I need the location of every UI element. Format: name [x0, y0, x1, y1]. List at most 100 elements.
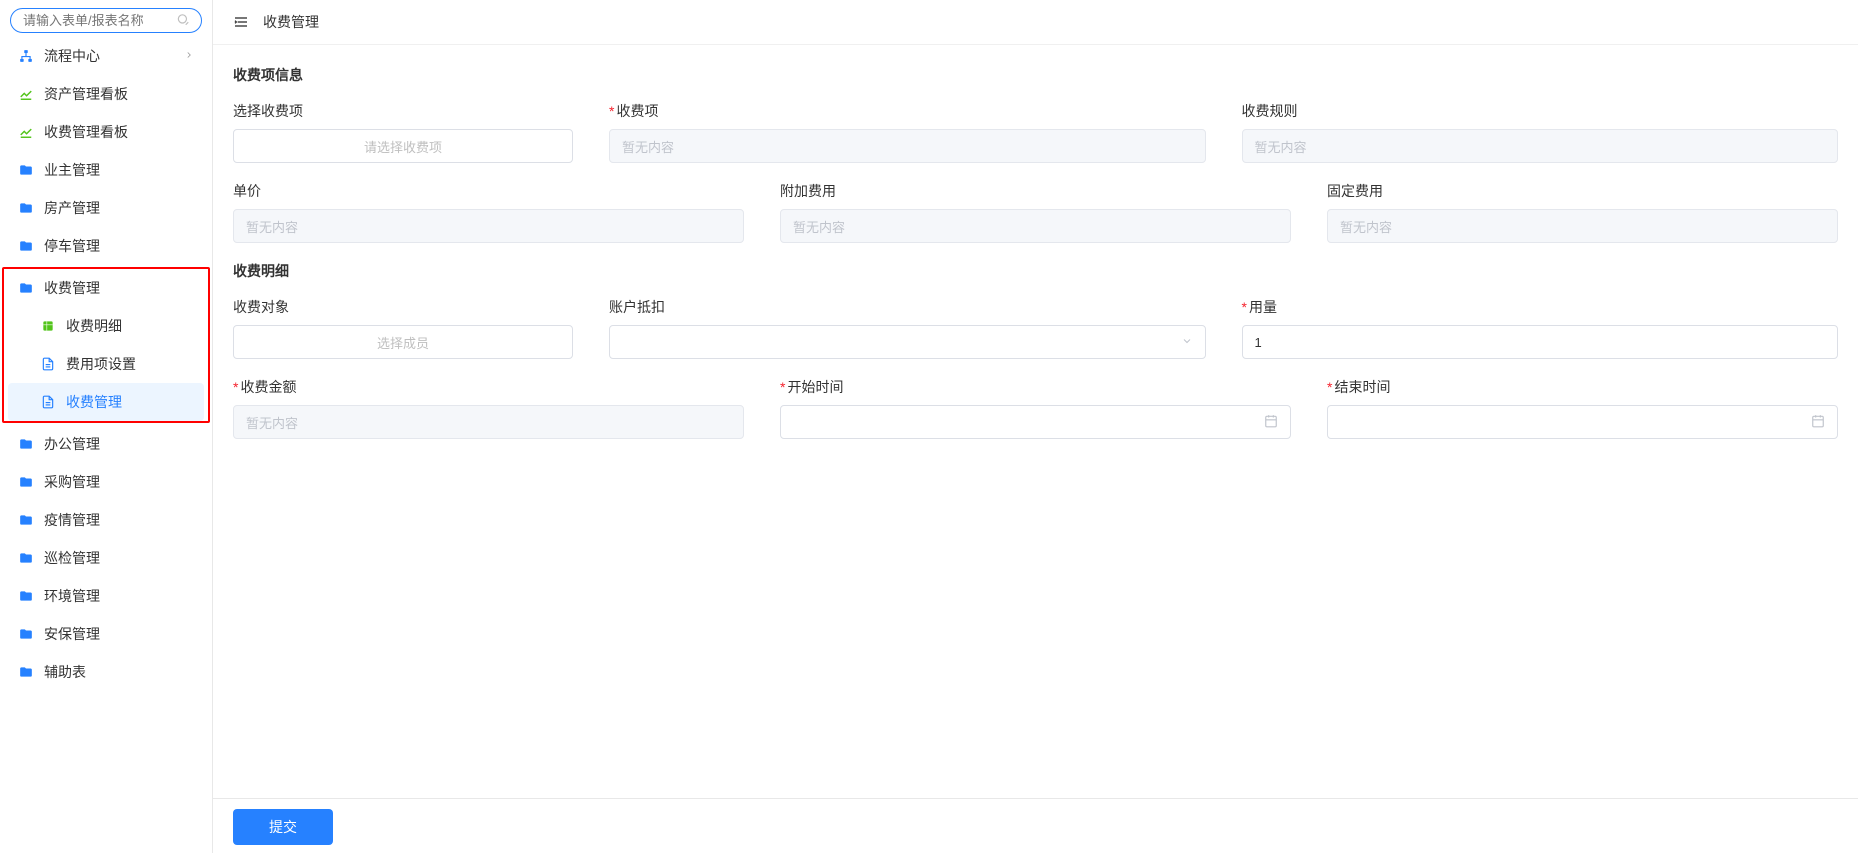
field-fee-amount: 暂无内容 — [233, 405, 744, 439]
sidebar-item-label: 房产管理 — [44, 198, 100, 218]
sidebar-item-aux-table[interactable]: 辅助表 — [8, 653, 204, 691]
sitemap-icon — [18, 48, 34, 64]
placeholder-text: 暂无内容 — [1340, 217, 1392, 236]
sidebar-item-security-mgmt[interactable]: 安保管理 — [8, 615, 204, 653]
folder-icon — [18, 626, 34, 642]
label-unit-price: 单价 — [233, 181, 744, 201]
placeholder-text: 暂无内容 — [246, 217, 298, 236]
folder-icon — [18, 238, 34, 254]
sidebar-item-label: 收费明细 — [66, 316, 122, 336]
field-extra-fee: 暂无内容 — [780, 209, 1291, 243]
sidebar-item-label: 安保管理 — [44, 624, 100, 644]
folder-icon — [18, 436, 34, 452]
collapse-icon[interactable] — [233, 14, 249, 30]
sidebar-item-label: 收费管理看板 — [44, 122, 128, 142]
label-usage: 用量 — [1242, 297, 1839, 317]
sidebar-item-fee-dashboard[interactable]: 收费管理看板 — [8, 113, 204, 151]
label-extra-fee: 附加费用 — [780, 181, 1291, 201]
sidebar-item-label: 办公管理 — [44, 434, 100, 454]
sheet-icon — [40, 318, 56, 334]
input-end-time[interactable] — [1327, 405, 1838, 439]
sidebar-item-inspection-mgmt[interactable]: 巡检管理 — [8, 539, 204, 577]
label-end-time: 结束时间 — [1327, 377, 1838, 397]
sidebar-item-label: 收费管理 — [66, 392, 122, 412]
select-account-deduct[interactable] — [609, 325, 1206, 359]
sidebar-subitem-fee-admin[interactable]: 收费管理 — [8, 383, 204, 421]
placeholder-text: 暂无内容 — [622, 137, 674, 156]
folder-icon — [18, 280, 34, 296]
sidebar-item-label: 收费管理 — [44, 278, 100, 298]
sidebar-item-label: 业主管理 — [44, 160, 100, 180]
sidebar: 流程中心资产管理看板收费管理看板业主管理房产管理停车管理 收费管理 收费明细 费… — [0, 0, 213, 853]
main-area: 收费管理 收费项信息 选择收费项 请选择收费项 收费项 暂无内容 收费规则 暂无… — [213, 0, 1858, 853]
sidebar-item-asset-dashboard[interactable]: 资产管理看板 — [8, 75, 204, 113]
sidebar-item-property-mgmt[interactable]: 房产管理 — [8, 189, 204, 227]
doc-icon — [40, 394, 56, 410]
label-start-time: 开始时间 — [780, 377, 1291, 397]
folder-icon — [18, 664, 34, 680]
sidebar-item-owner-mgmt[interactable]: 业主管理 — [8, 151, 204, 189]
label-select-fee-item: 选择收费项 — [233, 101, 573, 121]
sidebar-subitem-fee-detail[interactable]: 收费明细 — [8, 307, 204, 345]
folder-icon — [18, 162, 34, 178]
label-fee-rule: 收费规则 — [1242, 101, 1839, 121]
field-fee-item: 暂无内容 — [609, 129, 1206, 163]
form-content: 收费项信息 选择收费项 请选择收费项 收费项 暂无内容 收费规则 暂无内容 — [213, 45, 1858, 853]
folder-icon — [18, 588, 34, 604]
chevron-down-icon — [1181, 335, 1193, 350]
placeholder-text: 选择成员 — [377, 333, 429, 352]
sidebar-item-label: 停车管理 — [44, 236, 100, 256]
placeholder-text: 暂无内容 — [1255, 137, 1307, 156]
page-title: 收费管理 — [263, 12, 319, 32]
calendar-icon — [1264, 414, 1278, 431]
footer-bar: 提交 — [213, 798, 1858, 853]
field-fixed-fee: 暂无内容 — [1327, 209, 1838, 243]
calendar-icon — [1811, 414, 1825, 431]
folder-icon — [18, 550, 34, 566]
chart-icon — [18, 124, 34, 140]
label-fixed-fee: 固定费用 — [1327, 181, 1838, 201]
chevron-right-icon — [184, 49, 194, 63]
select-fee-target[interactable]: 选择成员 — [233, 325, 573, 359]
sidebar-item-label: 采购管理 — [44, 472, 100, 492]
sidebar-highlight-box: 收费管理 收费明细 费用项设置 收费管理 — [2, 267, 210, 423]
sidebar-item-label: 环境管理 — [44, 586, 100, 606]
search-icon — [176, 12, 190, 29]
field-fee-rule: 暂无内容 — [1242, 129, 1839, 163]
sidebar-item-env-mgmt[interactable]: 环境管理 — [8, 577, 204, 615]
sidebar-item-label: 巡检管理 — [44, 548, 100, 568]
sidebar-item-parking-mgmt[interactable]: 停车管理 — [8, 227, 204, 265]
field-unit-price: 暂无内容 — [233, 209, 744, 243]
folder-icon — [18, 474, 34, 490]
section-fee-detail-title: 收费明细 — [233, 261, 1838, 281]
folder-icon — [18, 200, 34, 216]
sidebar-item-purchase-mgmt[interactable]: 采购管理 — [8, 463, 204, 501]
search-input[interactable] — [10, 8, 202, 33]
label-fee-amount: 收费金额 — [233, 377, 744, 397]
input-start-time[interactable] — [780, 405, 1291, 439]
select-fee-item[interactable]: 请选择收费项 — [233, 129, 573, 163]
header-bar: 收费管理 — [213, 0, 1858, 45]
placeholder-text: 请选择收费项 — [364, 137, 442, 156]
sidebar-item-fee-mgmt[interactable]: 收费管理 — [8, 269, 204, 307]
sidebar-item-label: 流程中心 — [44, 46, 100, 66]
label-fee-target: 收费对象 — [233, 297, 573, 317]
sidebar-item-label: 辅助表 — [44, 662, 86, 682]
chart-icon — [18, 86, 34, 102]
sidebar-item-office-mgmt[interactable]: 办公管理 — [8, 425, 204, 463]
sidebar-subitem-fee-item-config[interactable]: 费用项设置 — [8, 345, 204, 383]
placeholder-text: 暂无内容 — [246, 413, 298, 432]
sidebar-item-label: 费用项设置 — [66, 354, 136, 374]
sidebar-item-label: 疫情管理 — [44, 510, 100, 530]
label-account-deduct: 账户抵扣 — [609, 297, 1206, 317]
folder-icon — [18, 512, 34, 528]
section-fee-info-title: 收费项信息 — [233, 65, 1838, 85]
label-fee-item: 收费项 — [609, 101, 1206, 121]
placeholder-text: 暂无内容 — [793, 217, 845, 236]
input-usage[interactable] — [1242, 325, 1839, 359]
submit-button[interactable]: 提交 — [233, 809, 333, 845]
sidebar-item-epidemic-mgmt[interactable]: 疫情管理 — [8, 501, 204, 539]
sidebar-item-label: 资产管理看板 — [44, 84, 128, 104]
sidebar-item-flow-center[interactable]: 流程中心 — [8, 37, 204, 75]
doc-icon — [40, 356, 56, 372]
